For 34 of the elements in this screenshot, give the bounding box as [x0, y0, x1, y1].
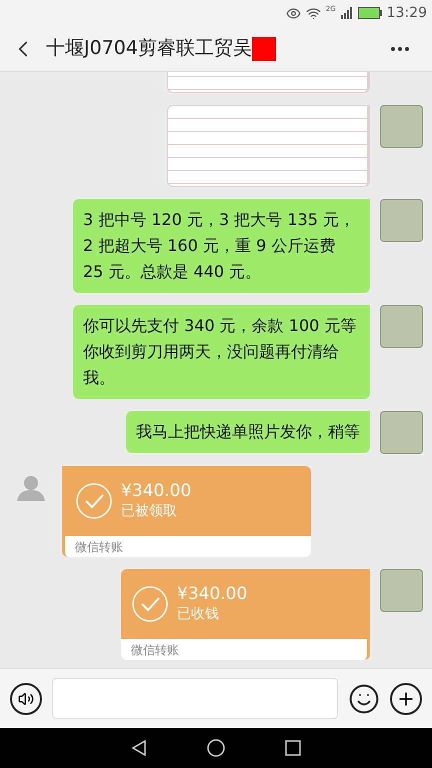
transfer-card[interactable]: ¥340.00 已被领取 微信转账 [62, 466, 311, 557]
message-bubble[interactable]: 你可以先支付 340 元，余款 100 元等你收到剪刀用两天，没问题再付清给我。 [73, 305, 370, 399]
wifi-icon [306, 6, 321, 20]
transfer-label: 微信转账 [131, 642, 179, 658]
emoji-icon[interactable] [348, 682, 380, 714]
photo-placeholder[interactable] [167, 105, 370, 187]
avatar-picture[interactable] [380, 199, 423, 242]
back-triangle-icon[interactable] [131, 740, 147, 756]
avatar-picture[interactable] [380, 305, 423, 348]
voice-icon [18, 690, 34, 706]
signal-icon [340, 7, 353, 19]
transfer-card[interactable]: ¥340.00 已收钱 微信转账 [121, 569, 370, 660]
eye-icon [286, 6, 301, 20]
transfer-status: 已被领取 [121, 502, 178, 521]
message-input[interactable] [52, 678, 338, 719]
voice-button[interactable] [10, 682, 42, 714]
person-icon [16, 474, 44, 500]
avatar-picture[interactable] [380, 569, 423, 612]
check-circle-icon [75, 482, 113, 520]
status-time: 13:29 [386, 4, 427, 22]
check-circle-icon [131, 585, 169, 623]
transfer-status: 已收钱 [177, 605, 220, 624]
home-circle-icon[interactable] [207, 739, 225, 757]
chat-title: 十堰J0704剪睿联工贸吴 [46, 36, 252, 62]
message-bubble[interactable]: 3 把中号 120 元，3 把大号 135 元，2 把超大号 160 元，重 9 公斤运费 25 元。总款是 440 元。 [73, 199, 370, 293]
recents-square-icon[interactable] [285, 740, 301, 756]
battery-icon [358, 7, 382, 19]
avatar-picture[interactable] [380, 105, 423, 148]
avatar-picture[interactable] [380, 411, 423, 454]
message-bubble[interactable]: 我马上把快递单照片发你，稍等 [126, 411, 370, 453]
transfer-label: 微信转账 [75, 538, 123, 556]
transfer-amount: ¥340.00 [177, 584, 248, 604]
plus-button[interactable] [390, 682, 422, 714]
transfer-amount: ¥340.00 [121, 481, 192, 501]
